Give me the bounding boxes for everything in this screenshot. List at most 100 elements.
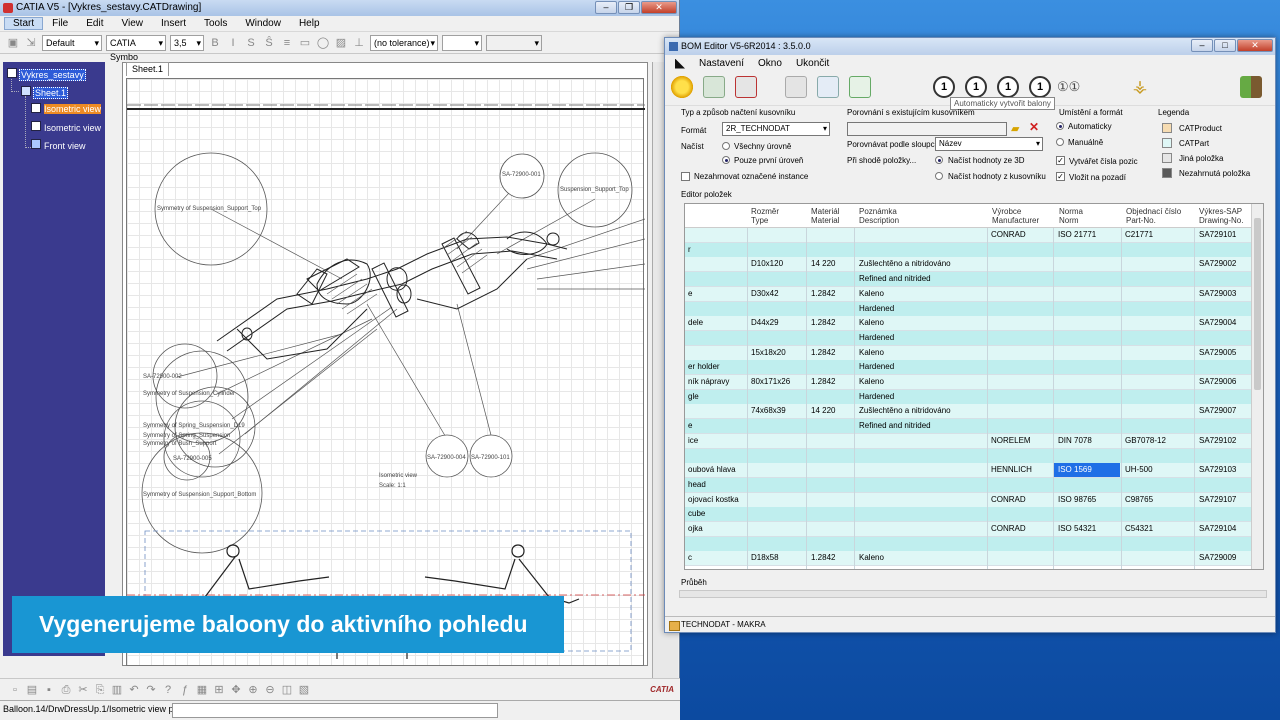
table-cell-part[interactable]: UH-500 <box>1125 463 1194 477</box>
table-row[interactable]: 15x18x20 1.2842 Kaleno SA729005 <box>685 345 1251 361</box>
table-cell-mat[interactable]: 14 220 <box>811 257 855 271</box>
table-cell-note[interactable]: Hardened <box>859 331 987 345</box>
table-row[interactable]: ice NORELEM DIN 7078 GB7078-12 SA729102 <box>685 433 1251 449</box>
table-cell-norm[interactable]: ISO 1569 <box>1054 463 1120 478</box>
table-cell-note[interactable]: Kaleno <box>859 287 987 301</box>
table-cell-drw[interactable]: SA729005 <box>1199 346 1251 360</box>
column-header[interactable]: Norma Norm <box>1059 207 1083 225</box>
format-select[interactable]: 2R_TECHNODAT <box>722 122 830 136</box>
table-cell-manuf[interactable]: CONRAD <box>991 522 1053 536</box>
bold-icon[interactable]: B <box>208 36 222 50</box>
table-cell-norm[interactable]: DIN 7078 <box>1058 434 1121 448</box>
font-size-select[interactable]: 3,5 <box>170 34 204 51</box>
table-cell-mat[interactable]: 1.2842 <box>811 551 855 565</box>
table-row[interactable]: dele D44x29 1.2842 Kaleno SA729004 <box>685 316 1251 332</box>
scrollbar-thumb[interactable] <box>1254 218 1261 390</box>
table-cell-name[interactable]: cube <box>688 507 746 521</box>
compare-file-input[interactable] <box>847 122 1007 136</box>
menu-window[interactable]: Window <box>236 18 290 29</box>
hatch-icon[interactable]: ▨ <box>334 36 348 50</box>
table-cell-note[interactable]: Kaleno <box>859 551 987 565</box>
bom-minimize-button[interactable]: – <box>1191 39 1213 52</box>
close-button[interactable]: ✕ <box>641 1 677 14</box>
bom-maximize-button[interactable]: □ <box>1214 39 1236 52</box>
load-3d-radio[interactable] <box>935 156 943 164</box>
table-row[interactable]: 74x68x39 14 220 Zušlechtěno a nitridováno S… <box>685 404 1251 420</box>
table-cell-name[interactable]: er holder <box>688 360 746 374</box>
table-row[interactable]: ojovací kostka CONRAD ISO 98765 C98765 SA729… <box>685 492 1251 508</box>
align-icon[interactable]: ≡ <box>280 36 294 50</box>
font-style-select[interactable]: Default <box>42 34 102 51</box>
table-cell-name[interactable]: ice <box>688 434 746 448</box>
undo-icon[interactable]: ↶ <box>127 683 141 697</box>
items-table[interactable]: Rozměr Type Materiál Material Poznámka D… <box>684 203 1264 570</box>
table-cell-dim[interactable]: 74x68x39 <box>751 404 806 418</box>
excel-export-icon[interactable] <box>849 76 871 98</box>
table-cell-manuf[interactable]: HENNLICH <box>991 463 1053 477</box>
table-scrollbar[interactable] <box>1251 204 1263 569</box>
insert-background-checkbox[interactable]: ✓ <box>1056 172 1065 181</box>
copy-icon[interactable]: ⎘ <box>93 683 107 697</box>
add-table-icon[interactable] <box>703 76 725 98</box>
grid-icon[interactable]: ▦ <box>195 683 209 697</box>
table-cell-norm[interactable]: ISO 98765 <box>1058 493 1121 507</box>
tree-sheet[interactable]: Sheet.1 <box>33 87 69 99</box>
column-header[interactable]: Objednací číslo Part-No. <box>1126 207 1181 225</box>
table-cell-dim[interactable]: D18x58 <box>751 551 806 565</box>
table-cell-name[interactable]: ojovací kostka <box>688 493 746 507</box>
pan-icon[interactable]: ✥ <box>229 683 243 697</box>
menu-file[interactable]: File <box>43 18 77 29</box>
strikethrough-icon[interactable]: S <box>244 36 258 50</box>
print-icon[interactable]: ⎙ <box>59 683 73 697</box>
table-cell-part[interactable]: C21771 <box>1125 228 1194 242</box>
export-icon[interactable] <box>735 76 757 98</box>
drawing-canvas[interactable]: Symmetry of Suspension_Support_Top SA-72… <box>126 78 646 666</box>
tree-view-isometric-2[interactable]: Isometric view <box>44 123 101 133</box>
table-cell-drw[interactable]: SA729107 <box>1199 493 1251 507</box>
table-cell-note[interactable]: Hardened <box>859 390 987 404</box>
table-cell-dim[interactable]: D44x29 <box>751 316 806 330</box>
table-row[interactable]: head <box>685 477 1251 493</box>
table-cell-note[interactable]: Kaleno <box>859 316 987 330</box>
table-cell-mat[interactable]: 1.2842 <box>811 287 855 301</box>
table-row[interactable]: oubová hlava HENNLICH ISO 1569 UH-500 SA7291… <box>685 463 1251 479</box>
tree-root[interactable]: Vykres_sestavy <box>19 69 86 81</box>
minimize-button[interactable]: – <box>595 1 617 14</box>
column-header[interactable]: Výkres-SAP Drawing-No. <box>1199 207 1243 225</box>
table-cell-note[interactable]: Kaleno <box>859 375 987 389</box>
frame-icon[interactable]: ▭ <box>298 36 312 50</box>
table-cell-name[interactable]: e <box>688 287 746 301</box>
table-cell-note[interactable]: Kaleno <box>859 346 987 360</box>
table-cell-name[interactable]: gle <box>688 390 746 404</box>
table-edit-icon[interactable] <box>817 76 839 98</box>
table-icon[interactable] <box>785 76 807 98</box>
table-cell-drw[interactable]: SA729009 <box>1199 551 1251 565</box>
table-row[interactable]: D10x120 14 220 Zušlechtěno a nitridováno SA… <box>685 257 1251 273</box>
broom-icon[interactable]: ⚶ <box>1129 76 1151 98</box>
table-cell-name[interactable]: r <box>688 243 746 257</box>
table-cell-note[interactable]: Refined and nitrided <box>859 419 987 433</box>
first-level-radio[interactable] <box>722 156 730 164</box>
table-row[interactable]: ojka CONRAD ISO 54321 C54321 SA729104 <box>685 522 1251 537</box>
table-cell-name[interactable]: oubová hlava <box>688 463 746 477</box>
menu-settings[interactable]: Nastavení <box>699 58 744 69</box>
column-header[interactable]: Rozměr Type <box>751 207 779 225</box>
balloon-refresh-icon[interactable]: 1 <box>997 76 1019 98</box>
table-cell-norm[interactable]: ISO 21771 <box>1058 228 1121 242</box>
menu-tools[interactable]: Tools <box>195 18 236 29</box>
tolerance-value-select[interactable] <box>442 34 482 51</box>
power-input[interactable] <box>172 703 498 718</box>
manual-placement-radio[interactable] <box>1056 138 1064 146</box>
table-row[interactable] <box>685 536 1251 552</box>
folder-icon[interactable]: ▰ <box>1011 122 1019 135</box>
table-cell-manuf[interactable]: CONRAD <box>991 493 1053 507</box>
menu-edit[interactable]: Edit <box>77 18 112 29</box>
menu-exit[interactable]: Ukončit <box>796 58 829 69</box>
fit-all-icon[interactable]: ⊞ <box>212 683 226 697</box>
zoom-out-icon[interactable]: ⊖ <box>263 683 277 697</box>
menu-help[interactable]: Help <box>290 18 329 29</box>
table-cell-part[interactable]: C54321 <box>1125 522 1194 536</box>
create-numbers-checkbox[interactable]: ✓ <box>1056 156 1065 165</box>
zoom-in-icon[interactable]: ⊕ <box>246 683 260 697</box>
table-row[interactable]: cube <box>685 507 1251 523</box>
